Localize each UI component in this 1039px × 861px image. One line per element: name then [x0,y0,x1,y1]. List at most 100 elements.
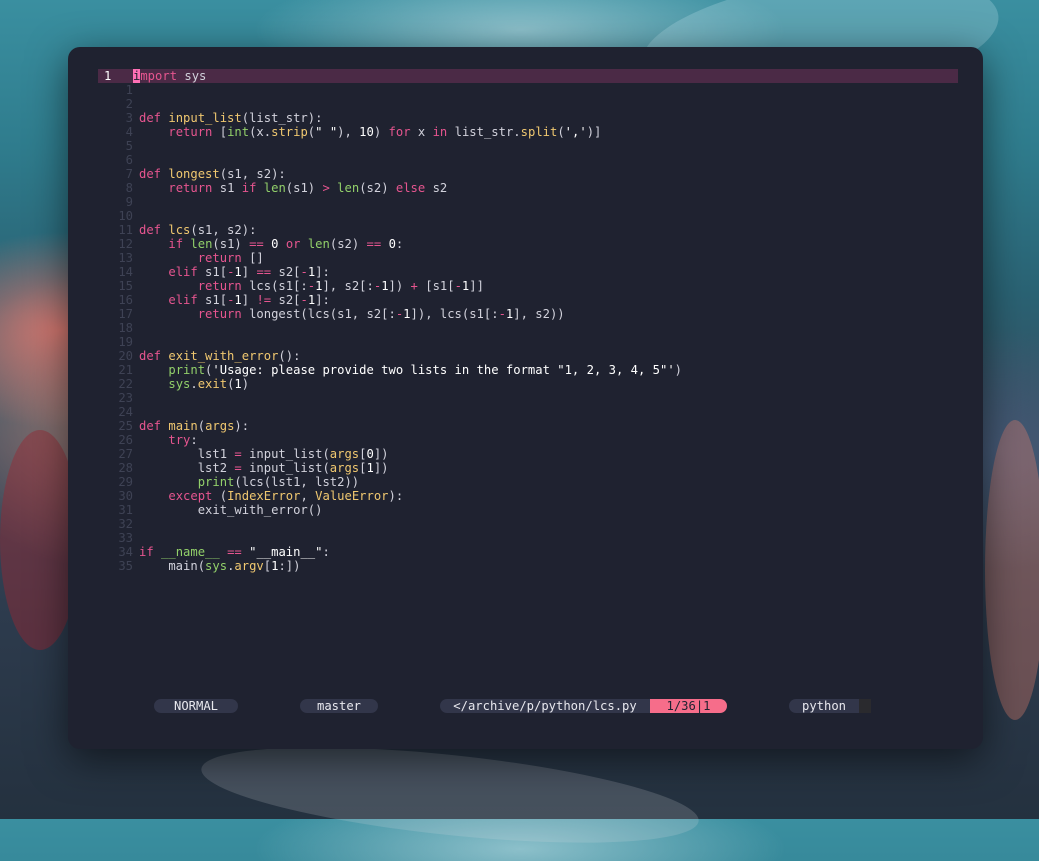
code-line[interactable]: 34 if __name__ == "__main__": [98,545,958,559]
code-line[interactable]: 29 print(lcs(lst1, lst2)) [98,475,958,489]
line-number: 20 [118,349,133,363]
code-text: def exit_with_error(): [139,349,300,363]
line-number: 13 [118,251,133,265]
code-token: len [263,181,286,195]
code-token: or [285,237,301,251]
line-number: 28 [118,461,133,475]
code-line[interactable]: 30 except (IndexError, ValueError): [98,489,958,503]
code-text: def longest(s1, s2): [139,167,286,181]
code-line[interactable]: 6 [98,153,958,167]
code-line[interactable]: 17 return longest(lcs(s1, s2[: - 1]), lcs(… [98,307,958,321]
code-token: 1 [234,377,242,391]
code-token: def [139,111,162,125]
code-token: mport [140,69,178,83]
code-line[interactable]: 1 [98,83,958,97]
line-number: 22 [118,377,133,391]
code-line[interactable]: 15 return lcs(s1[:-1], s2[:-1]) + [s1[-1… [98,279,958,293]
code-text: print('Usage: please provide two lists i… [139,363,682,377]
line-number: 35 [118,559,133,573]
code-token: 1 [403,307,411,321]
code-token: == [366,237,382,251]
code-token: main [168,419,198,433]
code-token: - [300,293,308,307]
line-number: 8 [125,181,133,195]
code-line[interactable]: 31 exit_with_error() [98,503,958,517]
code-line[interactable]: 19 [98,335,958,349]
code-text: elif s1[-1] == s2[-1]: [139,265,330,279]
line-number: 24 [118,405,133,419]
code-token: list_str. [447,125,521,139]
code-line[interactable]: 3 def input_list(list_str): [98,111,958,125]
code-token: [s1[ [417,279,455,293]
code-line[interactable]: 33 [98,531,958,545]
code-token: ]) [388,279,411,293]
code-text: def lcs(s1, s2): [139,223,256,237]
code-line[interactable]: 14 elif s1[-1] == s2[-1]: [98,265,958,279]
code-line[interactable]: 7 def longest(s1, s2): [98,167,958,181]
code-token: argv [234,559,264,573]
line-number: 7 [125,167,133,181]
git-branch: master [300,699,378,713]
code-line[interactable]: 23 [98,391,958,405]
code-line[interactable]: 13 return [] [98,251,958,265]
code-editor[interactable]: 1 import sys 1 2 3 def input_list(list_str): 4… [98,69,958,573]
code-line[interactable]: 26 try: [98,433,958,447]
code-token: exit_with_error() [139,503,323,517]
code-token: s1 [212,181,242,195]
code-line[interactable]: 21 print('Usage: please provide two list… [98,363,958,377]
code-token: if [241,181,257,195]
code-line[interactable]: 10 [98,209,958,223]
code-token: > [322,181,330,195]
code-line[interactable]: 8 return s1 if len(s1) > len(s2) else s2 [98,181,958,195]
code-token: "__main__" [249,545,323,559]
code-token: s2[ [271,293,301,307]
code-line[interactable]: 4 return [int(x.strip (" "), 10) for x in… [98,125,958,139]
code-line[interactable]: 12 if len(s1) == 0 or len(s2) == 0: [98,237,958,251]
code-token: 10 [359,125,374,139]
code-token: ]) [373,461,389,475]
code-token: (s2) [359,181,396,195]
line-number: 9 [125,195,133,209]
code-text: if __name__ == "__main__": [139,545,330,559]
code-line[interactable]: 20 def exit_with_error(): [98,349,958,363]
code-line[interactable]: 27 lst1 = input_list(args[0]) [98,447,958,461]
code-line[interactable]: 22 sys.exit(1) [98,377,958,391]
line-number: 17 [118,307,133,321]
code-token: == [227,545,242,559]
code-token: return [197,307,242,321]
code-token: s1[ [197,265,228,279]
code-line-current[interactable]: 1 import sys [98,69,958,83]
code-token: (list_str): [241,111,323,125]
code-token: ]), lcs(s1[: [410,307,499,321]
code-line[interactable]: 9 [98,195,958,209]
code-line[interactable]: 11 def lcs(s1, s2): [98,223,958,237]
line-number: 1 [104,69,112,83]
line-number: 16 [118,293,133,307]
code-token: ): [388,489,404,503]
code-line[interactable]: 16 elif s1[-1] != s2[-1]: [98,293,958,307]
code-line[interactable]: 5 [98,139,958,153]
code-line[interactable]: 18 [98,321,958,335]
code-text: sys.exit(1) [139,377,249,391]
code-token: print [168,363,206,377]
code-line[interactable]: 28 lst2 = input_list(args[1]) [98,461,958,475]
code-line[interactable]: 24 [98,405,958,419]
code-token: return [197,251,242,265]
code-token: (s1, s2): [219,167,286,181]
code-token: (): [278,349,301,363]
line-number: 26 [118,433,133,447]
code-token: == [256,265,272,279]
code-line[interactable]: 2 [98,97,958,111]
terminal-window[interactable]: 1 import sys 1 2 3 def input_list(list_str): 4… [68,47,983,749]
code-line[interactable]: 32 [98,517,958,531]
code-line[interactable]: 25 def main(args): [98,419,958,433]
code-token: != [256,293,272,307]
code-line[interactable]: 35 main(sys.argv[1:]) [98,559,958,573]
line-number: 2 [125,97,133,111]
code-token: def [139,223,162,237]
